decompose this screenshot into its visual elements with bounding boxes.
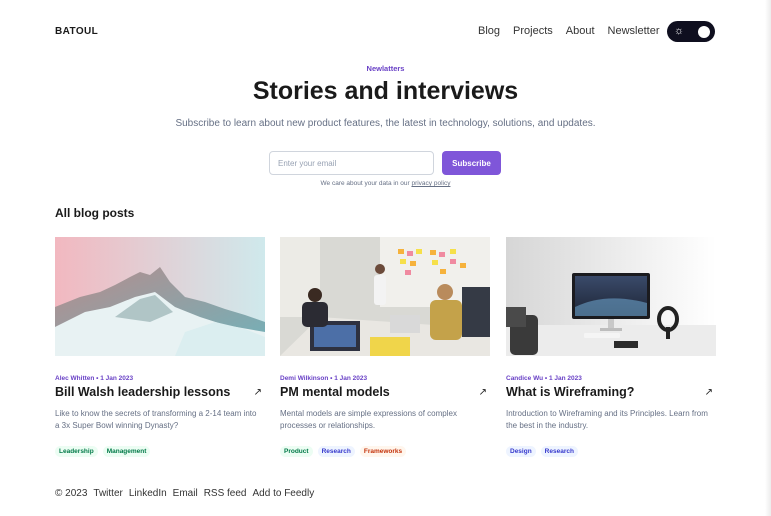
footer-link-rss[interactable]: RSS feed (204, 488, 247, 499)
nav-about[interactable]: About (566, 25, 595, 37)
post-tags: Leadership Management (55, 446, 265, 457)
nav-newsletter[interactable]: Newsletter (608, 25, 660, 37)
footer: © 2023 Twitter LinkedIn Email RSS feed A… (55, 488, 320, 499)
blog-card[interactable]: Candice Wu • 1 Jan 2023 What is Wirefram… (506, 237, 716, 457)
section-title: All blog posts (55, 206, 135, 220)
privacy-text: We care about your data in our (320, 180, 412, 187)
post-image-mountain[interactable] (55, 237, 265, 356)
post-title[interactable]: PM mental models (280, 385, 390, 399)
hero-eyebrow: Newlatters (366, 64, 405, 73)
email-input[interactable] (269, 151, 434, 175)
tag[interactable]: Management (102, 446, 151, 457)
post-image-meeting[interactable] (280, 237, 490, 356)
footer-link-twitter[interactable]: Twitter (93, 488, 122, 499)
post-excerpt: Introduction to Wireframing and its Prin… (506, 409, 708, 430)
tag[interactable]: Design (506, 446, 536, 457)
tag[interactable]: Research (317, 446, 355, 457)
post-tags: Product Research Frameworks (280, 446, 490, 457)
footer-link-feedly[interactable]: Add to Feedly (253, 488, 315, 499)
nav-projects[interactable]: Projects (513, 25, 553, 37)
tag[interactable]: Product (280, 446, 313, 457)
post-title[interactable]: Bill Walsh leadership lessons (55, 385, 230, 399)
hero-subtitle: Subscribe to learn about new product fea… (175, 118, 596, 129)
nav-blog[interactable]: Blog (478, 25, 500, 37)
privacy-policy-link[interactable]: privacy policy (411, 180, 450, 187)
arrow-up-right-icon[interactable]: ↗ (705, 387, 713, 398)
main-nav: Blog Projects About Newsletter (478, 25, 673, 37)
post-meta: Alec Whitten • 1 Jan 2023 (55, 375, 134, 382)
subscribe-form: Subscribe (269, 151, 501, 175)
post-title[interactable]: What is Wireframing? (506, 385, 634, 399)
footer-link-email[interactable]: Email (173, 488, 198, 499)
post-image-desk[interactable] (506, 237, 716, 356)
theme-toggle[interactable]: ☼ (667, 21, 715, 42)
footer-link-linkedin[interactable]: LinkedIn (129, 488, 167, 499)
subscribe-button[interactable]: Subscribe (442, 151, 501, 175)
tag[interactable]: Leadership (55, 446, 98, 457)
post-tags: Design Research (506, 446, 716, 457)
toggle-knob (698, 25, 710, 38)
arrow-up-right-icon[interactable]: ↗ (254, 387, 262, 398)
tag[interactable]: Research (540, 446, 578, 457)
blog-card[interactable]: Demi Wilkinson • 1 Jan 2023 PM mental mo… (280, 237, 490, 457)
post-excerpt: Mental models are simple expressions of … (280, 409, 457, 430)
brand-logo[interactable]: BATOUL (55, 26, 98, 37)
tag[interactable]: Frameworks (359, 446, 407, 457)
arrow-up-right-icon[interactable]: ↗ (479, 387, 487, 398)
footer-copyright: © 2023 (55, 488, 88, 499)
privacy-note: We care about your data in our privacy p… (0, 180, 771, 187)
post-meta: Demi Wilkinson • 1 Jan 2023 (280, 375, 368, 382)
page-title: Stories and interviews (252, 77, 519, 105)
sun-icon: ☼ (674, 25, 685, 37)
post-excerpt: Like to know the secrets of transforming… (55, 409, 257, 430)
post-meta: Candice Wu • 1 Jan 2023 (506, 375, 582, 382)
blog-card[interactable]: Alec Whitten • 1 Jan 2023 Bill Walsh lea… (55, 237, 265, 457)
